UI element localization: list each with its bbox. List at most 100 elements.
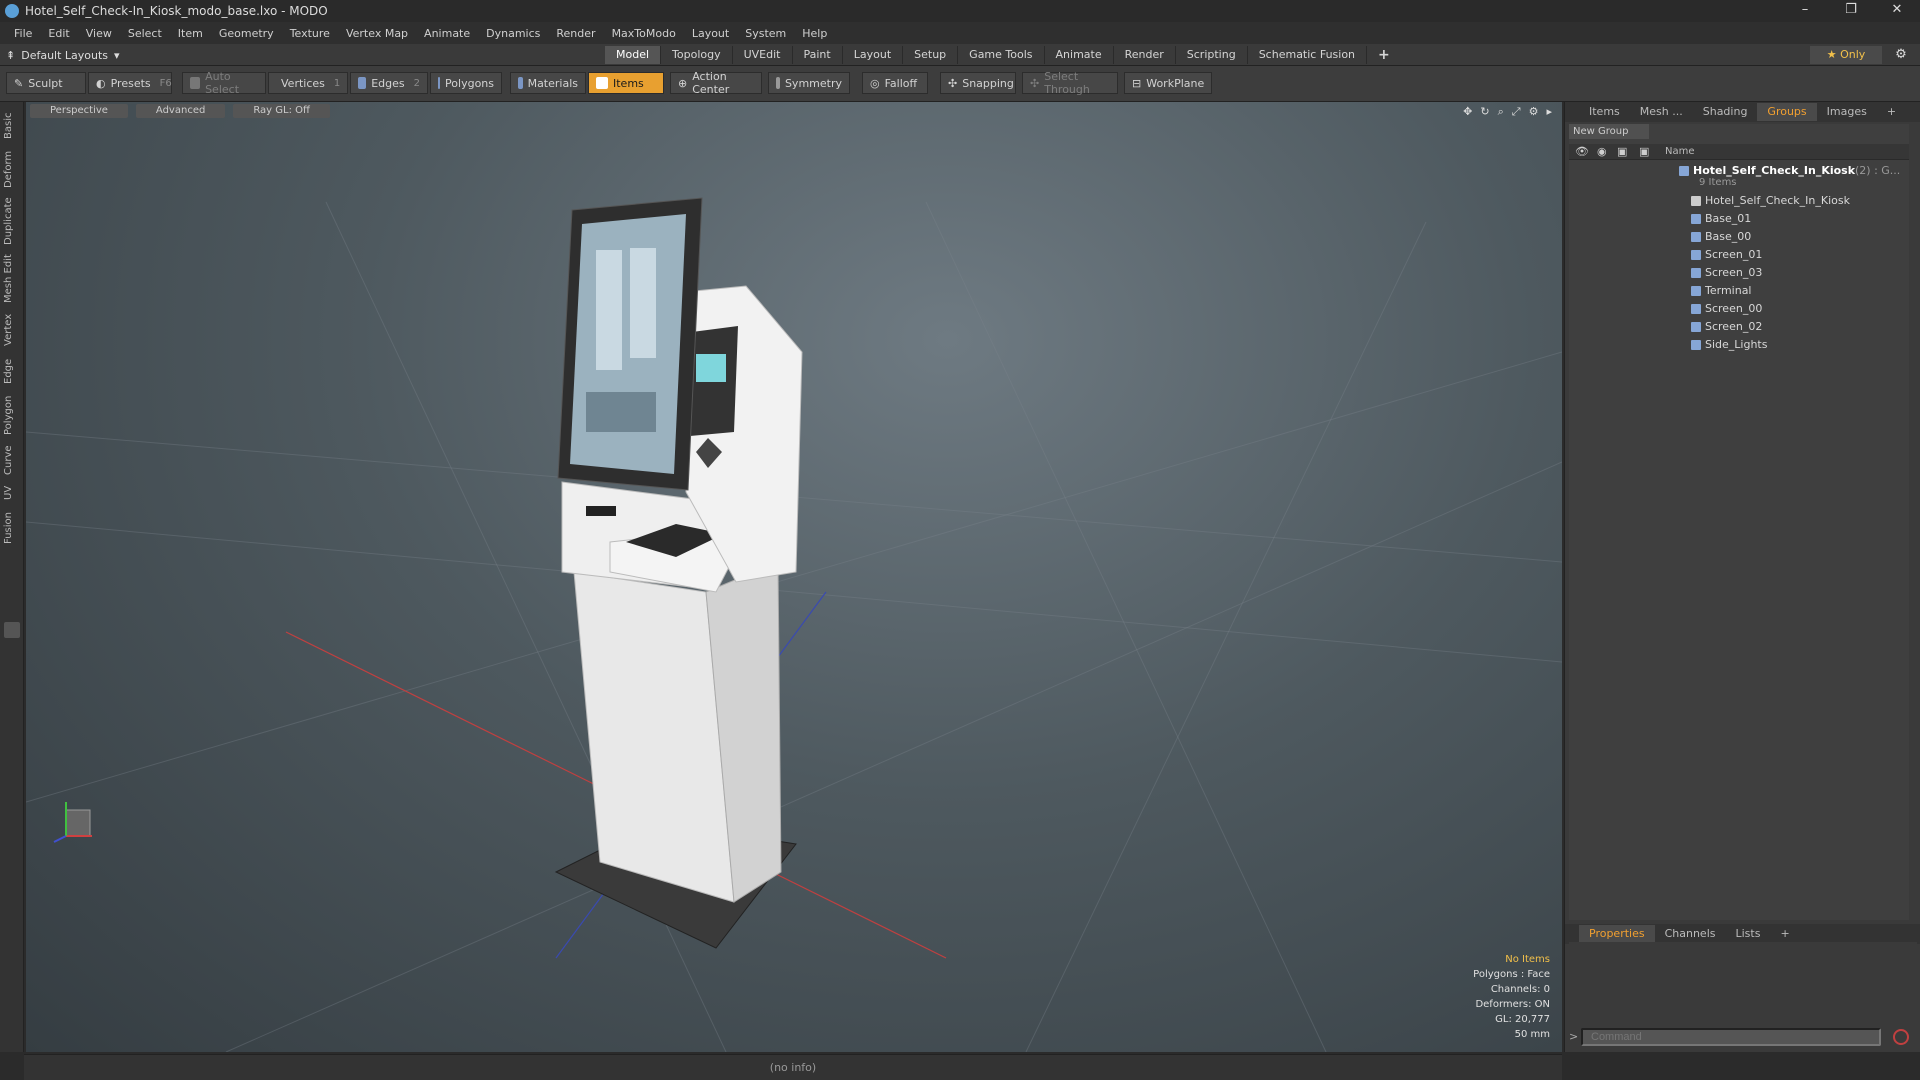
layout-selector[interactable]: ⇞ Default Layouts ▾ (6, 47, 120, 63)
add-panel-tab-icon[interactable]: + (1877, 103, 1906, 121)
pan-icon[interactable]: ✥ (1463, 105, 1472, 119)
auto-select-button[interactable]: Auto Select (182, 70, 266, 96)
snapping-button[interactable]: ✣ Snapping (940, 72, 1016, 94)
tab-topology[interactable]: Topology (661, 46, 733, 64)
menu-select[interactable]: Select (120, 27, 170, 40)
items-button[interactable]: Items (588, 72, 664, 94)
menu-vertex-map[interactable]: Vertex Map (338, 27, 416, 40)
maximize-button[interactable]: ❐ (1828, 0, 1874, 22)
symmetry-button[interactable]: Symmetry (768, 72, 850, 94)
tab-basic[interactable]: Basic (3, 108, 21, 144)
tab-fusion[interactable]: Fusion (3, 508, 21, 548)
menu-texture[interactable]: Texture (282, 27, 338, 40)
command-input[interactable] (1581, 1028, 1881, 1046)
tab-deform[interactable]: Deform (3, 148, 21, 190)
tab-game-tools[interactable]: Game Tools (958, 46, 1045, 64)
tab-items[interactable]: Items (1579, 103, 1630, 121)
tree-item-row[interactable]: Base_01 (1569, 210, 1909, 228)
command-history-button[interactable] (1893, 1029, 1909, 1045)
menu-geometry[interactable]: Geometry (211, 27, 282, 40)
viewport-nav-icons: ✥ ↻ ⌕ ⤢ ⚙ ▸ (1463, 105, 1552, 119)
zoom-icon[interactable]: ⌕ (1498, 105, 1504, 119)
edges-button[interactable]: Edges 2 (350, 72, 428, 94)
tab-curve[interactable]: Curve (3, 442, 21, 478)
menu-view[interactable]: View (78, 27, 120, 40)
menu-help[interactable]: Help (794, 27, 835, 40)
action-center-button[interactable]: ⊕ Action Center (670, 70, 762, 96)
rotate-icon[interactable]: ↻ (1480, 105, 1489, 119)
tab-schematic-fusion[interactable]: Schematic Fusion (1248, 46, 1368, 64)
tree-item-row[interactable]: Screen_00 (1569, 300, 1909, 318)
3d-viewport[interactable]: Perspective Advanced Ray GL: Off ✥ ↻ ⌕ ⤢… (26, 102, 1562, 1052)
tab-channels[interactable]: Channels (1655, 925, 1726, 943)
tab-uv[interactable]: UV (3, 482, 21, 504)
screen-sofa (586, 392, 656, 432)
vertices-button[interactable]: Vertices 1 (268, 72, 348, 94)
sculpt-button[interactable]: ✎ Sculpt (6, 72, 86, 94)
gear-icon[interactable]: ⚙ (1892, 46, 1910, 64)
tab-shading[interactable]: Shading (1693, 103, 1758, 121)
tab-properties[interactable]: Properties (1579, 925, 1655, 943)
viewport-gear-icon[interactable]: ⚙ (1529, 105, 1539, 119)
tree-item-row[interactable]: Screen_01 (1569, 246, 1909, 264)
tab-polygon[interactable]: Polygon (3, 392, 21, 438)
menu-dynamics[interactable]: Dynamics (478, 27, 548, 40)
tab-paint[interactable]: Paint (793, 46, 843, 64)
shading-dropdown[interactable]: Advanced (135, 104, 226, 118)
menu-animate[interactable]: Animate (416, 27, 478, 40)
tab-images[interactable]: Images (1817, 103, 1877, 121)
tree-item-row[interactable]: Hotel_Self_Check_In_Kiosk (1569, 192, 1909, 210)
properties-panel (1569, 942, 1917, 1022)
add-panel-tab-icon[interactable]: + (1770, 925, 1799, 943)
tree-item-row[interactable]: Terminal (1569, 282, 1909, 300)
tab-edge[interactable]: Edge (3, 354, 21, 388)
tab-setup[interactable]: Setup (903, 46, 959, 64)
menu-maxtomodo[interactable]: MaxToModo (604, 27, 684, 40)
tab-mesh[interactable]: Mesh ... (1630, 103, 1693, 121)
mesh-icon (1691, 232, 1701, 242)
menu-layout[interactable]: Layout (684, 27, 737, 40)
polygons-button[interactable]: Polygons (430, 72, 502, 94)
tab-uvedit[interactable]: UVEdit (733, 46, 793, 64)
tab-animate[interactable]: Animate (1045, 46, 1114, 64)
tree-item-row[interactable]: Base_00 (1569, 228, 1909, 246)
viewport-menu-icon[interactable]: ▸ (1546, 105, 1552, 119)
menu-item[interactable]: Item (170, 27, 211, 40)
layout-bar: ⇞ Default Layouts ▾ Model Topology UVEdi… (0, 44, 1920, 66)
panel-toggle-icon[interactable] (4, 622, 20, 638)
tab-lists[interactable]: Lists (1726, 925, 1771, 943)
tab-render[interactable]: Render (1114, 46, 1176, 64)
workplane-button[interactable]: ⊟ WorkPlane (1124, 72, 1212, 94)
menu-file[interactable]: File (6, 27, 40, 40)
tab-model[interactable]: Model (605, 46, 662, 64)
presets-button[interactable]: ◐ Presets F6 (88, 72, 172, 94)
menu-edit[interactable]: Edit (40, 27, 77, 40)
tree-item-row[interactable]: Side_Lights (1569, 336, 1909, 354)
raygl-toggle[interactable]: Ray GL: Off (233, 104, 330, 118)
add-tab-button[interactable]: + (1367, 46, 1401, 64)
new-group-button[interactable]: New Group (1569, 124, 1649, 139)
mesh-icon (1691, 304, 1701, 314)
sculpt-label: Sculpt (28, 76, 63, 90)
tab-groups[interactable]: Groups (1757, 103, 1817, 121)
close-button[interactable]: ✕ (1874, 0, 1920, 22)
tree-item-label: Screen_02 (1705, 320, 1763, 333)
falloff-button[interactable]: ◎ Falloff (862, 72, 928, 94)
menu-render[interactable]: Render (548, 27, 603, 40)
tab-layout[interactable]: Layout (843, 46, 904, 64)
minimize-button[interactable]: – (1782, 0, 1828, 22)
only-toggle[interactable]: ★ Only (1810, 46, 1882, 64)
fit-icon[interactable]: ⤢ (1512, 105, 1521, 119)
tree-item-row[interactable]: Screen_03 (1569, 264, 1909, 282)
materials-button[interactable]: Materials (510, 72, 586, 94)
view-mode-dropdown[interactable]: Perspective (30, 104, 128, 118)
select-through-button[interactable]: ✣ Select Through (1022, 70, 1118, 96)
tab-vertex[interactable]: Vertex (3, 310, 21, 350)
tree-item-row[interactable]: Screen_02 (1569, 318, 1909, 336)
tab-mesh-edit[interactable]: Mesh Edit (3, 252, 21, 306)
menu-system[interactable]: System (737, 27, 794, 40)
window-title: Hotel_Self_Check-In_Kiosk_modo_base.lxo … (25, 4, 328, 18)
stats-focal: 50 mm (1514, 1029, 1550, 1040)
tab-scripting[interactable]: Scripting (1176, 46, 1248, 64)
tab-duplicate[interactable]: Duplicate (3, 194, 21, 248)
